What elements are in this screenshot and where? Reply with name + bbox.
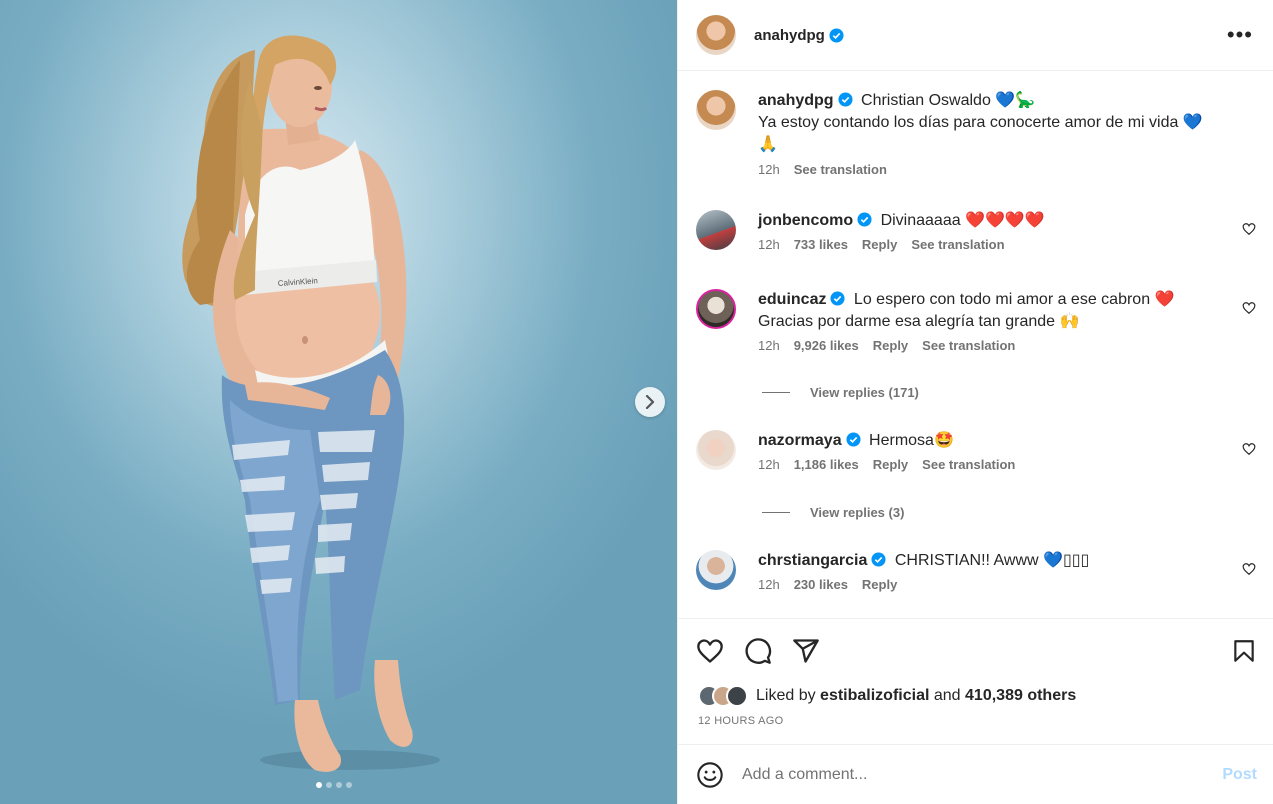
- commenter-avatar[interactable]: [696, 210, 736, 250]
- share-send-icon[interactable]: [792, 637, 820, 665]
- post-modal: CalvinKlein anahydpg ••• anahydpg Christ…: [0, 0, 1273, 804]
- reply-button[interactable]: Reply: [862, 577, 897, 592]
- comment-username[interactable]: eduincaz: [758, 291, 826, 308]
- liked-by-prefix: Liked by: [756, 687, 816, 704]
- comment-likes[interactable]: 733 likes: [794, 237, 848, 252]
- like-comment-heart-icon[interactable]: [1242, 301, 1256, 315]
- comment-bubble-icon[interactable]: [744, 637, 772, 665]
- caption-author-avatar[interactable]: [696, 90, 736, 130]
- caption-time: 12h: [758, 162, 780, 177]
- verified-badge-icon: [871, 552, 886, 567]
- comment-time: 12h: [758, 457, 780, 472]
- save-bookmark-icon[interactable]: [1231, 637, 1257, 665]
- author-username[interactable]: anahydpg: [754, 27, 825, 44]
- commenter-avatar[interactable]: [696, 550, 736, 590]
- post-details-panel: anahydpg ••• anahydpg Christian Oswaldo …: [677, 0, 1273, 804]
- see-translation-link[interactable]: See translation: [922, 457, 1015, 472]
- chevron-right-icon: [645, 395, 655, 409]
- post-comment-button[interactable]: Post: [1222, 766, 1257, 784]
- post-photo: CalvinKlein: [182, 35, 440, 772]
- author-avatar[interactable]: [696, 15, 736, 55]
- see-translation-link[interactable]: See translation: [794, 162, 887, 177]
- add-comment-bar: Post: [678, 744, 1273, 804]
- like-comment-heart-icon[interactable]: [1242, 562, 1256, 576]
- carousel-indicator: [316, 782, 352, 788]
- comment-text: Lo espero con todo mi amor a ese cabron …: [853, 291, 1175, 308]
- post-header: anahydpg •••: [678, 0, 1273, 71]
- replies-divider: [762, 512, 790, 513]
- comment-text-line2: Gracias por darme esa alegría tan grande…: [758, 313, 1080, 330]
- commenter-avatar[interactable]: [696, 289, 736, 329]
- liker-avatar[interactable]: [726, 685, 748, 707]
- reply-button[interactable]: Reply: [873, 338, 908, 353]
- comment-username[interactable]: chrstiangarcia: [758, 552, 867, 569]
- reply-button[interactable]: Reply: [862, 237, 897, 252]
- liked-by-others[interactable]: 410,389 others: [965, 687, 1076, 705]
- comment-text: Hermosa🤩: [869, 432, 954, 449]
- view-replies-button[interactable]: View replies (3): [758, 505, 904, 520]
- caption-text-line3: 🙏: [758, 136, 778, 153]
- see-translation-link[interactable]: See translation: [911, 237, 1004, 252]
- comment-time: 12h: [758, 577, 780, 592]
- carousel-dot: [326, 782, 332, 788]
- verified-badge-icon: [829, 27, 844, 43]
- see-translation-link[interactable]: See translation: [922, 338, 1015, 353]
- comment-input[interactable]: [742, 765, 1223, 784]
- like-comment-heart-icon[interactable]: [1242, 442, 1256, 456]
- emoji-smiley-icon[interactable]: [696, 761, 724, 789]
- commenter-avatar[interactable]: [696, 430, 736, 470]
- comment-text: CHRISTIAN!! Awww 💙▯▯▯: [894, 552, 1090, 569]
- carousel-dot: [346, 782, 352, 788]
- verified-badge-icon: [838, 92, 853, 107]
- comment-text: Divinaaaaa ❤️❤️❤️❤️: [880, 212, 1045, 229]
- comment-username[interactable]: nazormaya: [758, 432, 842, 449]
- liker-avatars: [698, 685, 748, 707]
- more-options-button[interactable]: •••: [1227, 24, 1253, 46]
- verified-badge-icon: [846, 432, 861, 447]
- comment-likes[interactable]: 1,186 likes: [794, 457, 859, 472]
- likes-summary: Liked by estibalizoficial and 410,389 ot…: [698, 685, 1076, 707]
- post-media[interactable]: CalvinKlein: [0, 0, 677, 804]
- verified-badge-icon: [857, 212, 872, 227]
- next-photo-button[interactable]: [635, 387, 665, 417]
- comment-time: 12h: [758, 237, 780, 252]
- comment-likes[interactable]: 9,926 likes: [794, 338, 859, 353]
- caption-author[interactable]: anahydpg: [758, 92, 834, 109]
- carousel-dot-active: [316, 782, 322, 788]
- reply-button[interactable]: Reply: [873, 457, 908, 472]
- verified-badge-icon: [830, 291, 845, 306]
- post-actions: Liked by estibalizoficial and 410,389 ot…: [678, 618, 1273, 744]
- carousel-dot: [336, 782, 342, 788]
- view-replies-button[interactable]: View replies (171): [758, 385, 919, 400]
- liked-by-and: and: [933, 687, 961, 704]
- comment-username[interactable]: jonbencomo: [758, 212, 853, 229]
- liked-by-user[interactable]: estibalizoficial: [820, 687, 929, 705]
- view-replies-label: View replies (3): [810, 505, 905, 520]
- comment-likes[interactable]: 230 likes: [794, 577, 848, 592]
- caption-text-line2: Ya estoy contando los días para conocert…: [758, 114, 1203, 131]
- replies-divider: [762, 392, 790, 393]
- comment-time: 12h: [758, 338, 780, 353]
- view-replies-label: View replies (171): [810, 385, 919, 400]
- like-heart-icon[interactable]: [696, 637, 724, 665]
- caption-text-line1: Christian Oswaldo 💙🦕: [861, 92, 1036, 109]
- post-timestamp[interactable]: 12 HOURS AGO: [698, 715, 784, 727]
- like-comment-heart-icon[interactable]: [1242, 222, 1256, 236]
